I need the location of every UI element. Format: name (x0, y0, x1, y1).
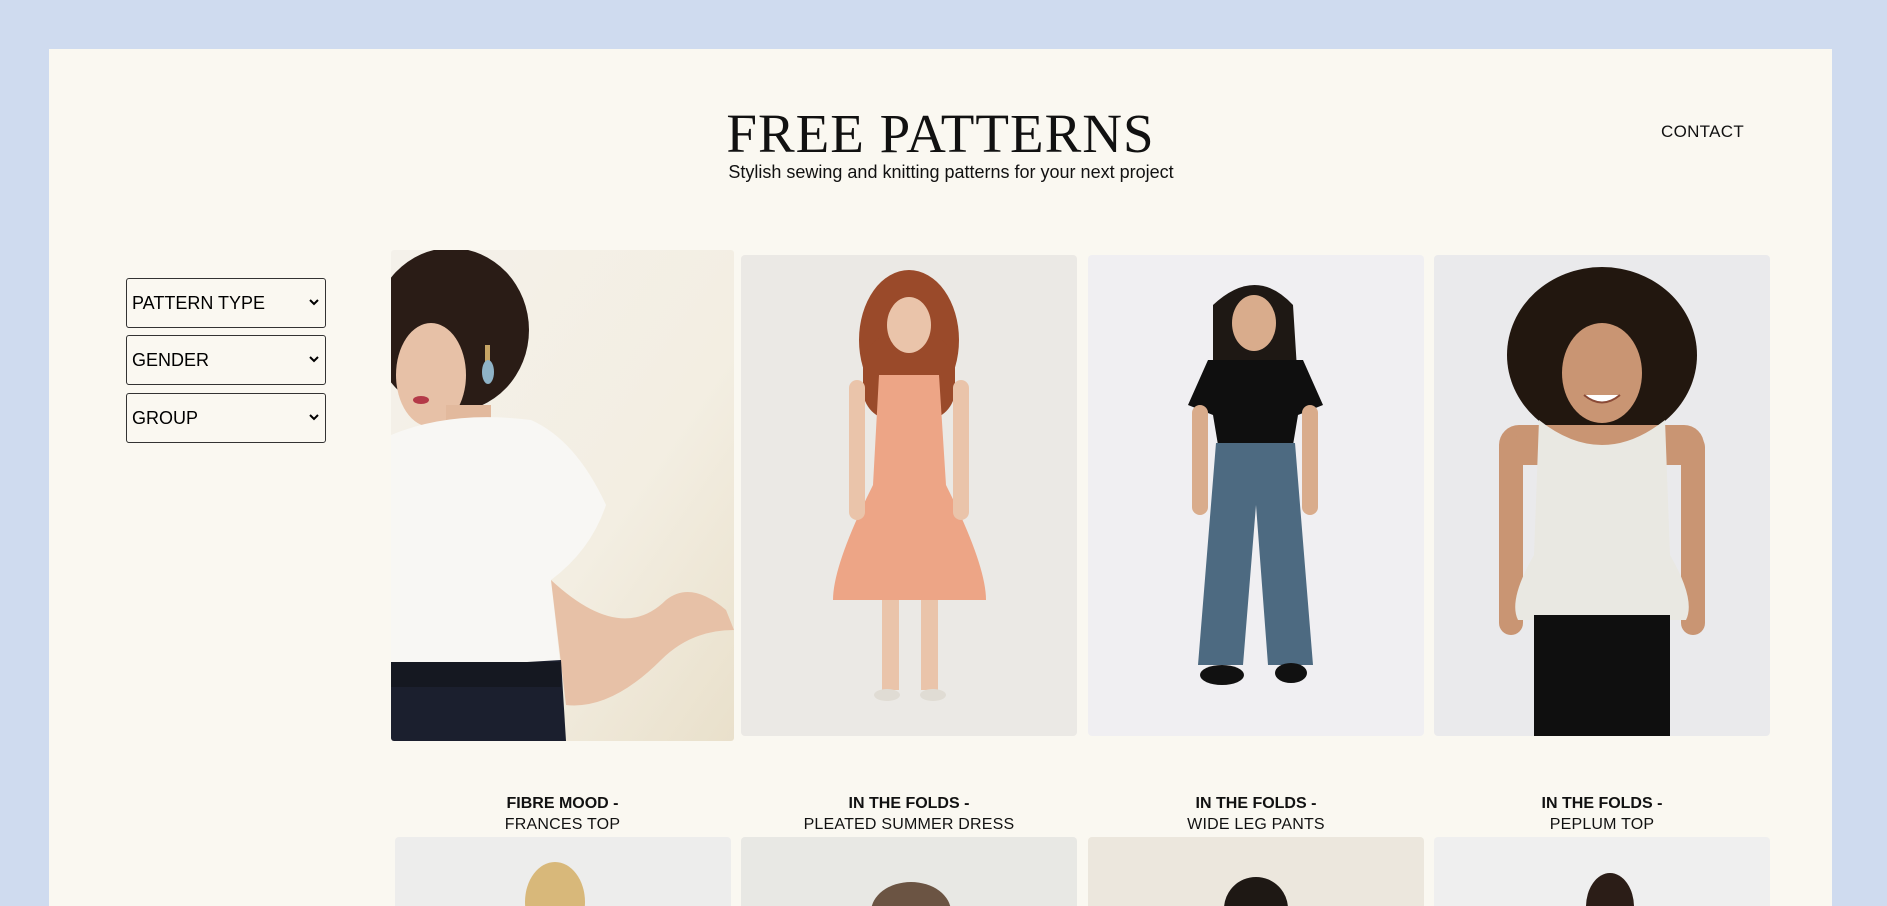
gender-select[interactable]: GENDER (126, 335, 326, 385)
chevron-down-icon (309, 414, 319, 421)
group-select[interactable]: GROUP (126, 393, 326, 443)
pattern-photo[interactable] (1088, 255, 1424, 736)
pattern-photo[interactable] (741, 255, 1077, 736)
group-label: GROUP (132, 407, 199, 428)
pattern-photo[interactable] (741, 837, 1077, 906)
pattern-brand[interactable]: IN THE FOLDS - (1088, 795, 1424, 813)
pattern-name[interactable]: PLEATED SUMMER DRESS (741, 816, 1077, 834)
pattern-name[interactable]: PEPLUM TOP (1434, 816, 1770, 834)
contact-link[interactable]: CONTACT (1661, 122, 1744, 142)
site-subtitle: Stylish sewing and knitting patterns for… (728, 162, 1174, 182)
pattern-photo[interactable] (391, 250, 734, 741)
page-panel: FREE PATTERNS Stylish sewing and knittin… (49, 49, 1832, 906)
pattern-brand[interactable]: FIBRE MOOD - (391, 795, 734, 813)
pattern-type-select[interactable]: PATTERN TYPE (126, 278, 326, 328)
pattern-name[interactable]: FRANCES TOP (391, 816, 734, 834)
gender-label: GENDER (132, 349, 210, 370)
pattern-photo[interactable] (1434, 255, 1770, 736)
pattern-photo[interactable] (1088, 837, 1424, 906)
pattern-type-label: PATTERN TYPE (132, 292, 266, 313)
chevron-down-icon (309, 299, 319, 306)
pattern-photo[interactable] (1434, 837, 1770, 906)
pattern-photo[interactable] (395, 837, 731, 906)
pattern-brand[interactable]: IN THE FOLDS - (741, 795, 1077, 813)
pattern-brand[interactable]: IN THE FOLDS - (1434, 795, 1770, 813)
chevron-down-icon (309, 356, 319, 363)
site-title[interactable]: FREE PATTERNS (49, 104, 1832, 164)
pattern-name[interactable]: WIDE LEG PANTS (1088, 816, 1424, 834)
